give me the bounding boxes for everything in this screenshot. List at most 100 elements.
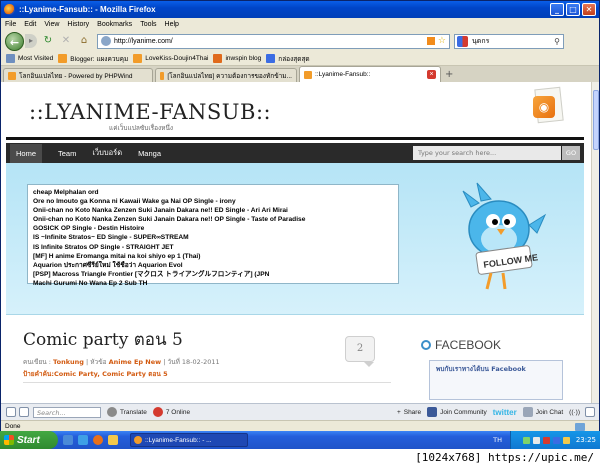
back-button[interactable]: ← <box>5 31 24 51</box>
close-button[interactable]: ✕ <box>582 3 596 16</box>
bookmark-blogger[interactable]: Blogger: แผงควบคุม <box>58 54 128 64</box>
forward-button[interactable]: ▸ <box>25 34 37 48</box>
maximize-button[interactable]: □ <box>566 3 580 16</box>
tray-network-icon[interactable] <box>522 436 530 444</box>
bookmark-most-visited[interactable]: Most Visited <box>6 54 53 63</box>
vertical-scrollbar[interactable] <box>591 82 599 403</box>
search-icon[interactable]: ⚲ <box>554 37 560 46</box>
post-divider <box>23 382 391 383</box>
close-tab-icon[interactable]: × <box>427 70 436 79</box>
join-chat-button[interactable]: Join Chat <box>522 407 563 417</box>
ticker-item[interactable]: [PSP] Macross Triangle Frontier [マクロス トラ… <box>33 270 393 279</box>
rss-subscribe-icon[interactable]: ◉ <box>530 86 568 126</box>
menu-file[interactable]: File <box>5 21 16 28</box>
ticker-item[interactable]: cheap Melphalan ord <box>33 188 393 197</box>
blogger-icon <box>58 54 68 63</box>
nav-webboard[interactable]: เว็บบอร์ด <box>92 147 122 159</box>
tab-lyanime[interactable]: ::Lyanime-Fansub:: × <box>299 66 441 82</box>
toolbar-search-input[interactable]: Search... <box>33 406 101 418</box>
ticker-item[interactable]: Ore no Imouto ga Konna ni Kawaii Wake ga… <box>33 197 393 206</box>
meta-category-prefix: | หัวข้อ <box>83 358 109 366</box>
ticker-item[interactable]: [MF] H anime Eromanga mitai na koi shiyo… <box>33 252 393 261</box>
google-engine-icon[interactable] <box>457 35 468 47</box>
menu-tools[interactable]: Tools <box>140 21 156 28</box>
nav-team[interactable]: Team <box>58 149 76 158</box>
post-author-link[interactable]: Tonkung <box>53 358 84 366</box>
ticker-item[interactable]: IS ~Infinite Stratos~ ED Single - SUPER∞… <box>33 233 393 242</box>
tray-app-icon[interactable] <box>542 436 550 444</box>
quicklaunch-ie-icon[interactable] <box>78 435 88 445</box>
ticker-item[interactable]: IS Infinite Stratos OP Single - STRAIGHT… <box>33 243 393 252</box>
search-bar[interactable]: นุดกร ⚲ <box>454 33 564 49</box>
ticker-item[interactable]: GOSICK OP Single - Destin Histoire <box>33 224 393 233</box>
search-input[interactable]: นุดกร <box>472 36 489 47</box>
nav-home[interactable]: Home <box>10 143 43 163</box>
site-identity-icon[interactable] <box>101 36 111 46</box>
bookmark-label: LoveKiss-Doujin4Thai <box>145 55 209 62</box>
quicklaunch-desktop-icon[interactable] <box>63 435 73 445</box>
rss-feed-icon[interactable] <box>426 37 435 45</box>
bookmark-lovekiss[interactable]: LoveKiss-Doujin4Thai <box>133 54 208 63</box>
site-nav: Home Team เว็บบอร์ด Manga Type your sear… <box>6 143 584 163</box>
stop-icon[interactable]: ✕ <box>59 34 73 48</box>
minimize-button[interactable]: _ <box>550 3 564 16</box>
bookmark-box[interactable]: กล่องสุดสุด <box>266 54 310 64</box>
twitter-follow-me-badge[interactable]: FOLLOW ME <box>441 177 561 297</box>
post-category-link[interactable]: Anime Ep New <box>109 358 162 366</box>
toolbar-home-icon[interactable] <box>19 407 29 417</box>
online-count-button[interactable]: 7 Online <box>152 407 190 417</box>
ticker-item[interactable]: Onii-chan no Koto Nanka Zenzen Suki Jana… <box>33 215 393 224</box>
menu-history[interactable]: History <box>67 21 89 28</box>
post-title[interactable]: Comic party ตอน 5 <box>23 326 393 353</box>
home-icon[interactable]: ⌂ <box>77 34 91 48</box>
toolbar-expand-icon[interactable] <box>585 407 595 417</box>
nav-manga[interactable]: Manga <box>138 149 161 158</box>
status-addon-icon[interactable] <box>575 422 585 431</box>
navigation-toolbar: ← ▸ ↻ ✕ ⌂ http://lyanime.com/ ☆ นุดกร ⚲ <box>1 30 599 52</box>
url-text[interactable]: http://lyanime.com/ <box>114 38 427 45</box>
bookmark-star-icon[interactable]: ☆ <box>438 36 446 46</box>
scrollbar-thumb[interactable] <box>593 90 599 150</box>
language-indicator[interactable]: TH <box>493 436 502 444</box>
reload-icon[interactable]: ↻ <box>41 34 55 48</box>
share-icon: + <box>396 408 401 416</box>
tab-forum[interactable]: [โลกอินแปลไทย] ความต้องการของทักข้าม... <box>155 68 297 82</box>
menu-help[interactable]: Help <box>165 21 179 28</box>
translate-button[interactable]: Translate <box>107 407 147 417</box>
bookmark-label: Blogger: แผงควบคุม <box>70 55 129 63</box>
facebook-like-box[interactable]: พบกับเราทางได้บน Facebook <box>429 360 563 400</box>
signal-icon[interactable]: ((·)) <box>569 409 580 416</box>
menu-edit[interactable]: Edit <box>24 21 36 28</box>
taskbar-firefox-task[interactable]: ::Lyanime-Fansub:: - ... <box>130 433 248 447</box>
quicklaunch-firefox-icon[interactable] <box>93 435 103 445</box>
clock: 23:25 <box>575 436 596 444</box>
site-logo[interactable]: ::LYANIME-FANSUB:: <box>29 100 271 124</box>
site-search-input[interactable]: Type your search here... <box>413 146 561 160</box>
tray-volume-icon[interactable] <box>532 436 540 444</box>
site-search-button[interactable]: GO <box>562 146 580 160</box>
tray-app-icon[interactable] <box>552 436 560 444</box>
ticker-item[interactable]: Machi Gurumi No Wana Ep 2 Sub TH <box>33 279 393 288</box>
new-tab-icon[interactable]: + <box>445 69 453 80</box>
menu-view[interactable]: View <box>44 21 59 28</box>
twitter-logo: twitter <box>492 407 517 417</box>
join-community-button[interactable]: Join Community <box>427 407 487 417</box>
ticker-item[interactable]: Onii-chan no Koto Nanka Zenzen Suki Jana… <box>33 206 393 215</box>
start-button[interactable]: Start <box>0 431 58 449</box>
firefox-icon <box>134 436 142 444</box>
toolbar-menu-icon[interactable] <box>6 407 16 417</box>
comment-count-bubble[interactable]: 2 <box>345 336 375 367</box>
menu-bookmarks[interactable]: Bookmarks <box>97 21 132 28</box>
facebook-box-text[interactable]: พบกับเราทางได้บน Facebook <box>436 365 556 374</box>
ticker-item[interactable]: Aquarion ประกาศซีรีย์ใหม่ ใช้ชื่อว่า Aqu… <box>33 261 393 270</box>
latest-posts-ticker: cheap Melphalan ord Ore no Imouto ga Kon… <box>27 184 399 287</box>
post-tag-links[interactable]: Comic Party, Comic Party ตอน 5 <box>54 370 168 378</box>
tab-favicon <box>160 71 165 80</box>
share-button[interactable]: + Share <box>397 409 421 416</box>
tab-phpwind[interactable]: โลกอินแปลไทย - Powered by PHPWind <box>3 68 153 82</box>
bookmark-inwspin[interactable]: inwspin blog <box>213 54 261 63</box>
twitter-button[interactable]: twitter <box>493 408 517 417</box>
quicklaunch-media-icon[interactable] <box>108 435 118 445</box>
url-bar[interactable]: http://lyanime.com/ ☆ <box>97 33 450 49</box>
tray-app-icon[interactable] <box>562 436 570 444</box>
